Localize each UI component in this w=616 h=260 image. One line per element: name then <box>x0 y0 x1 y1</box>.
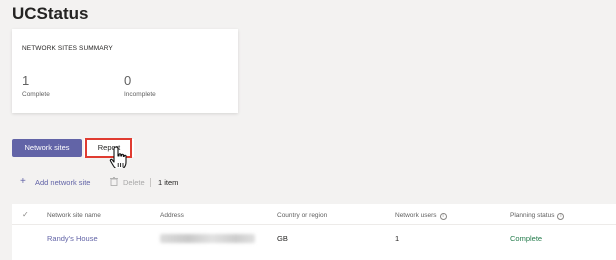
row-divider <box>12 224 616 225</box>
complete-stat: 1 Complete <box>22 73 50 99</box>
network-users-header-label: Network users <box>395 212 437 219</box>
complete-label: Complete <box>22 91 50 98</box>
tab-network-sites[interactable]: Network sites <box>12 139 82 157</box>
delete-button: Delete <box>123 178 145 187</box>
toolbar-divider <box>150 178 151 187</box>
column-header-site-name[interactable]: Network site name <box>47 212 101 219</box>
planning-status-cell: Complete <box>510 234 543 243</box>
country-cell: GB <box>277 234 288 243</box>
incomplete-label: Incomplete <box>124 91 156 98</box>
info-icon[interactable]: i <box>557 213 565 220</box>
toolbar <box>12 168 616 196</box>
delete-icon <box>110 177 118 186</box>
info-icon[interactable]: i <box>439 213 447 220</box>
incomplete-count: 0 <box>124 73 132 88</box>
complete-count: 1 <box>22 73 30 88</box>
check-icon[interactable]: ✓ <box>22 210 29 219</box>
incomplete-stat: 0 Incomplete <box>124 73 156 99</box>
network-sites-summary-card <box>12 29 238 113</box>
network-users-cell: 1 <box>395 234 400 243</box>
summary-title: NETWORK SITES SUMMARY <box>22 45 113 52</box>
column-header-planning-status[interactable]: Planning status i <box>510 212 565 220</box>
blurred-address <box>160 234 255 243</box>
page-title: UCStatus <box>12 4 89 23</box>
column-header-country[interactable]: Country or region <box>277 212 327 219</box>
column-header-network-users[interactable]: Network users i <box>395 212 447 220</box>
planning-status-header-label: Planning status <box>510 212 555 219</box>
column-header-address[interactable]: Address <box>160 212 184 219</box>
item-count: 1 item <box>158 178 179 187</box>
site-name-link[interactable]: Randy's House <box>47 234 98 243</box>
add-icon[interactable]: + <box>20 177 26 187</box>
add-network-site-button[interactable]: Add network site <box>35 178 90 187</box>
